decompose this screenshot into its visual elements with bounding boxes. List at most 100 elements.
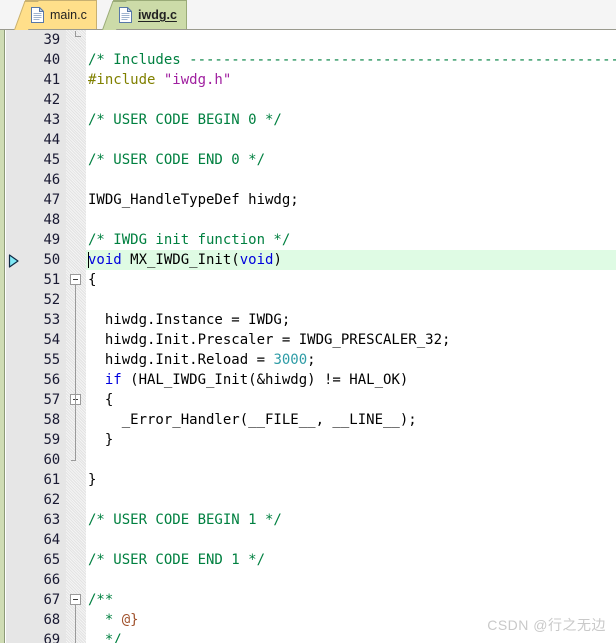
editor-line[interactable]: 44 [0,130,616,150]
line-number: 51 [43,272,61,288]
code-token: /* USER CODE END 1 */ [88,552,266,568]
tab-main-c[interactable]: main.c [14,0,97,30]
editor-body[interactable]: 39 40 /* Includes ------------------------… [0,30,616,643]
line-number: 63 [43,512,61,528]
line-code: { [88,270,96,290]
editor-line[interactable]: 54 hiwdg.Init.Prescaler = IWDG_PRESCALER… [0,330,616,350]
line-number: 41 [43,72,61,88]
line-code: #include "iwdg.h" [88,70,231,90]
fold-toggle-51[interactable] [70,274,81,285]
tab-iwdg-c[interactable]: iwdg.c [102,0,187,30]
line-code: /* Includes ----------------------------… [88,50,616,70]
editor-line[interactable]: 53 hiwdg.Instance = IWDG; [0,310,616,330]
line-number: 68 [43,612,61,628]
line-number: 59 [43,432,61,448]
editor-line[interactable]: 47 IWDG_HandleTypeDef hiwdg; [0,190,616,210]
line-code: _Error_Handler(__FILE__, __LINE__); [88,410,417,430]
line-number: 64 [43,532,61,548]
code-token: "iwdg.h" [163,72,232,88]
editor-line[interactable]: 42 [0,90,616,110]
code-token: void [239,252,274,268]
line-number: 44 [43,132,61,148]
line-number: 40 [43,52,61,68]
tab-label: main.c [50,8,87,22]
code-token: MX_IWDG_Init( [121,252,240,268]
line-number: 62 [43,492,61,508]
editor-line[interactable]: 46 [0,170,616,190]
line-number: 69 [43,632,61,643]
line-number: 65 [43,552,61,568]
code-token: hiwdg.Init.Reload = [88,352,274,368]
editor-line[interactable]: 63 /* USER CODE BEGIN 1 */ [0,510,616,530]
editor-line[interactable]: 60 [0,450,616,470]
editor-line[interactable]: 62 [0,490,616,510]
line-number: 67 [43,592,61,608]
editor-line[interactable]: 49 /* IWDG init function */ [0,230,616,250]
editor-line[interactable]: 65 /* USER CODE END 1 */ [0,550,616,570]
code-token: /* Includes ----------------------------… [88,52,616,68]
current-line-arrow-icon[interactable] [8,253,20,268]
fold-end-corner [75,31,81,37]
code-token: #include [88,72,164,88]
editor-line[interactable]: 48 [0,210,616,230]
editor-line[interactable]: 59 } [0,430,616,450]
editor-line[interactable]: 45 /* USER CODE END 0 */ [0,150,616,170]
editor-line[interactable]: 39 [0,30,616,50]
code-token: @} [121,612,139,628]
editor-line[interactable]: 41 #include "iwdg.h" [0,70,616,90]
line-number: 46 [43,172,61,188]
line-number: 42 [43,92,61,108]
editor-line[interactable]: 43 /* USER CODE BEGIN 0 */ [0,110,616,130]
line-code: /** [88,590,113,610]
line-number: 58 [43,412,61,428]
line-code: IWDG_HandleTypeDef hiwdg; [88,190,299,210]
code-token: } [88,472,97,488]
csdn-watermark: CSDN @行之无边 [487,617,606,633]
editor-line[interactable]: 66 [0,570,616,590]
line-number: 53 [43,312,61,328]
line-code: /* IWDG init function */ [88,230,290,250]
code-token: void [88,252,122,268]
code-token: { [88,392,114,408]
line-number: 47 [43,192,61,208]
document-icon [31,6,45,23]
editor-line[interactable]: 51 { [0,270,616,290]
fold-toggle-67[interactable] [70,594,81,605]
editor-line[interactable]: 52 [0,290,616,310]
line-number: 49 [43,232,61,248]
code-token: 3000 [273,352,308,368]
editor-line[interactable]: 67 /** [0,590,616,610]
editor-line[interactable]: 55 hiwdg.Init.Reload = 3000; [0,350,616,370]
line-number: 52 [43,292,61,308]
line-number: 60 [43,452,61,468]
line-number: 61 [43,472,61,488]
code-token: ; [307,352,316,368]
editor-line[interactable]: 64 [0,530,616,550]
line-code: /* USER CODE BEGIN 0 */ [88,110,282,130]
line-code: hiwdg.Instance = IWDG; [88,310,290,330]
code-token: ) [273,252,282,268]
line-number: 66 [43,572,61,588]
line-number: 57 [43,392,61,408]
editor-line[interactable]: 58 _Error_Handler(__FILE__, __LINE__); [0,410,616,430]
editor-line[interactable]: 40 /* Includes --------------------------… [0,50,616,70]
editor-line[interactable]: 50 void MX_IWDG_Init(void) [0,250,616,270]
line-code: hiwdg.Init.Prescaler = IWDG_PRESCALER_32… [88,330,451,350]
tab-label: iwdg.c [138,8,177,22]
line-code: * @} [88,610,139,630]
editor-line[interactable]: 61} [0,470,616,490]
editor-line[interactable]: 56 if (HAL_IWDG_Init(&hiwdg) != HAL_OK) [0,370,616,390]
line-code: void MX_IWDG_Init(void) [88,250,282,270]
line-number: 43 [43,112,61,128]
line-code: } [88,470,96,490]
fold-connector-line [75,605,76,643]
line-number: 55 [43,352,61,368]
line-code: */ [88,630,122,643]
editor-line[interactable]: 57 { [0,390,616,410]
line-code: { [88,390,113,410]
code-token: /* USER CODE BEGIN 0 */ [88,112,282,128]
line-code: /* USER CODE END 0 */ [88,150,265,170]
line-code: } [88,430,113,450]
text-cursor [88,252,89,268]
